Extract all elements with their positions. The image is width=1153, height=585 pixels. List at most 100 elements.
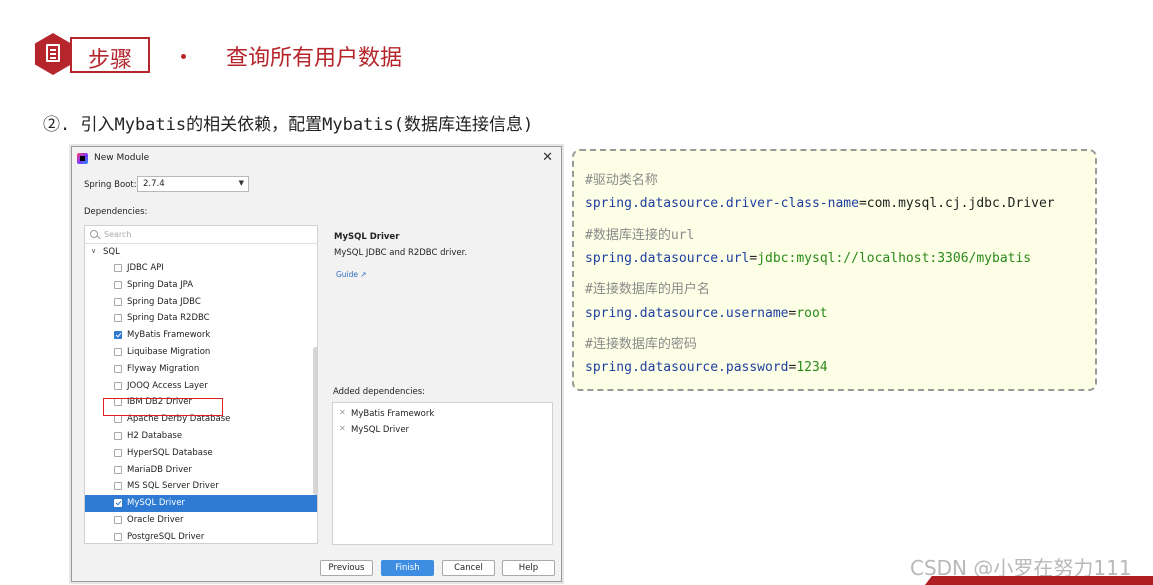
dependency-checkbox[interactable] (114, 264, 122, 272)
code-property: spring.datasource.password=1234 (585, 360, 828, 375)
code-comment-text: #连接数据库的用户名 (585, 282, 710, 298)
dependency-item[interactable]: HyperSQL Database (85, 445, 317, 462)
property-key: spring.datasource.password (585, 360, 789, 376)
spring-boot-version-select[interactable]: 2.7.4 ▼ (137, 176, 249, 192)
added-item-label: MyBatis Framework (351, 409, 435, 419)
dependency-checkbox[interactable] (114, 448, 122, 457)
dependency-checkbox[interactable] (114, 314, 122, 323)
dependency-item[interactable]: MyBatis Framework (85, 327, 317, 344)
dependency-item[interactable]: MS SQL Server Driver (85, 478, 317, 495)
step-label: 步骤 (88, 48, 133, 73)
dependency-checkbox[interactable] (114, 331, 122, 340)
code-comment-text: #连接数据库的密码 (585, 336, 697, 352)
highlight-box-mybatis (103, 398, 223, 416)
bullet-dot (181, 54, 186, 59)
code-comment: #数据库连接的url (585, 224, 694, 243)
previous-button[interactable]: Previous (320, 560, 373, 576)
dependency-label: JOOQ Access Layer (127, 380, 208, 391)
document-icon (46, 44, 60, 62)
dependency-label: Oracle Driver (127, 515, 184, 525)
page-title: 查询所有用户数据 (226, 46, 403, 71)
property-key: spring.datasource.url (585, 250, 750, 266)
code-property: spring.datasource.username=root (585, 306, 828, 321)
spring-boot-version-value: 2.7.4 (143, 179, 165, 189)
dialog-title: New Module (94, 153, 150, 163)
added-item-label: MySQL Driver (351, 425, 410, 435)
dependency-item[interactable]: Spring Data JPA (85, 277, 317, 294)
step-subheading: ②. 引入Mybatis的相关依赖，配置Mybatis(数据库连接信息) (43, 115, 534, 135)
dependency-checkbox[interactable] (114, 465, 122, 474)
search-input[interactable] (104, 230, 254, 239)
dependency-item[interactable]: H2 Database (85, 428, 317, 445)
code-property: spring.datasource.url=jdbc:mysql://local… (585, 251, 1031, 266)
dependency-label: MS SQL Server Driver (127, 481, 219, 492)
chevron-down-icon: ▼ (238, 179, 244, 187)
dependency-item[interactable]: Spring Data JDBC (85, 294, 317, 311)
dependency-item[interactable]: PostgreSQL Driver (85, 529, 317, 543)
dependency-checkbox[interactable] (114, 499, 122, 508)
dependency-item[interactable]: MariaDB Driver (85, 462, 317, 479)
properties-code-block: #驱动类名称 spring.datasource.driver-class-nam… (572, 149, 1097, 391)
dependency-checkbox[interactable] (114, 280, 122, 289)
added-dependencies-label: Added dependencies: (333, 387, 425, 397)
step-label-box: 步骤 (70, 37, 150, 73)
dependency-checkbox[interactable] (114, 532, 122, 541)
dependency-checkbox[interactable] (114, 482, 122, 491)
dependency-checkbox[interactable] (114, 432, 122, 440)
dependency-label: JDBC API (127, 263, 164, 273)
dependency-label: MySQL Driver (127, 498, 186, 509)
property-key: spring.datasource.driver-class-name (585, 196, 859, 212)
dependency-item[interactable]: Liquibase Migration (85, 344, 317, 361)
property-value: jdbc:mysql://localhost:3306/mybatis (757, 250, 1032, 266)
dependency-label: H2 Database (127, 431, 183, 441)
dependency-label: Spring Data R2DBC (127, 313, 210, 324)
code-comment-text: #驱动类名称 (585, 173, 658, 188)
dependency-item[interactable]: JOOQ Access Layer (85, 378, 317, 395)
dependency-item[interactable]: JDBC API (85, 260, 317, 277)
intellij-logo-icon (77, 153, 88, 164)
dependency-label: Spring Data JPA (127, 279, 194, 290)
remove-icon[interactable]: ✕ (339, 408, 346, 417)
code-comment: #连接数据库的密码 (585, 333, 697, 352)
dependency-label: Liquibase Migration (127, 347, 211, 357)
dependency-checkbox[interactable] (114, 297, 122, 306)
dependency-item[interactable]: Oracle Driver (85, 512, 317, 529)
equals-sign: = (858, 196, 867, 212)
search-icon (90, 230, 98, 238)
code-property: spring.datasource.driver-class-name=com.… (585, 196, 1055, 211)
dependency-label: MariaDB Driver (127, 464, 192, 475)
search-row (85, 226, 317, 244)
code-comment-text: #数据库连接的url (585, 227, 695, 243)
dependency-checkbox[interactable] (114, 415, 122, 424)
dependency-checkbox[interactable] (114, 348, 122, 356)
dialog-titlebar: New Module ✕ (72, 147, 561, 169)
tree-group-sql[interactable]: ∨ SQL (85, 243, 317, 260)
dependency-item[interactable]: Flyway Migration (85, 361, 317, 378)
dependency-checkbox[interactable] (114, 364, 122, 373)
dependency-label: Flyway Migration (127, 363, 200, 374)
added-dependencies-box: ✕ MyBatis Framework ✕ MySQL Driver (332, 402, 553, 545)
dependency-label: HyperSQL Database (127, 447, 213, 458)
remove-icon[interactable]: ✕ (339, 424, 346, 433)
help-button[interactable]: Help (502, 560, 555, 576)
dependency-checkbox[interactable] (114, 516, 122, 524)
dependency-item[interactable]: Spring Data R2DBC (85, 310, 317, 327)
dependency-label: MyBatis Framework (127, 330, 211, 341)
dependency-checkbox[interactable] (114, 381, 122, 390)
property-key: spring.datasource.username (585, 305, 789, 321)
close-icon[interactable]: ✕ (542, 150, 553, 165)
added-item: ✕ MyBatis Framework (333, 406, 552, 422)
dependencies-list: ∨ SQL JDBC API Spring Data JPA Spring Data… (84, 225, 318, 544)
spring-boot-label: Spring Boot: (84, 180, 137, 190)
new-module-dialog: New Module ✕ Spring Boot: 2.7.4 ▼ Depend… (71, 146, 562, 582)
guide-link[interactable]: Guide ↗ (336, 270, 367, 279)
tree-group-label: SQL (103, 247, 120, 257)
cancel-button[interactable]: Cancel (442, 560, 495, 576)
property-value: root (796, 305, 828, 321)
dependency-label: PostgreSQL Driver (127, 531, 205, 542)
finish-button[interactable]: Finish (381, 560, 434, 576)
detail-title: MySQL Driver (334, 232, 400, 242)
property-value: 1234 (796, 360, 828, 376)
list-scrollbar[interactable] (313, 347, 317, 495)
dependency-item[interactable]: MySQL Driver (85, 495, 317, 513)
